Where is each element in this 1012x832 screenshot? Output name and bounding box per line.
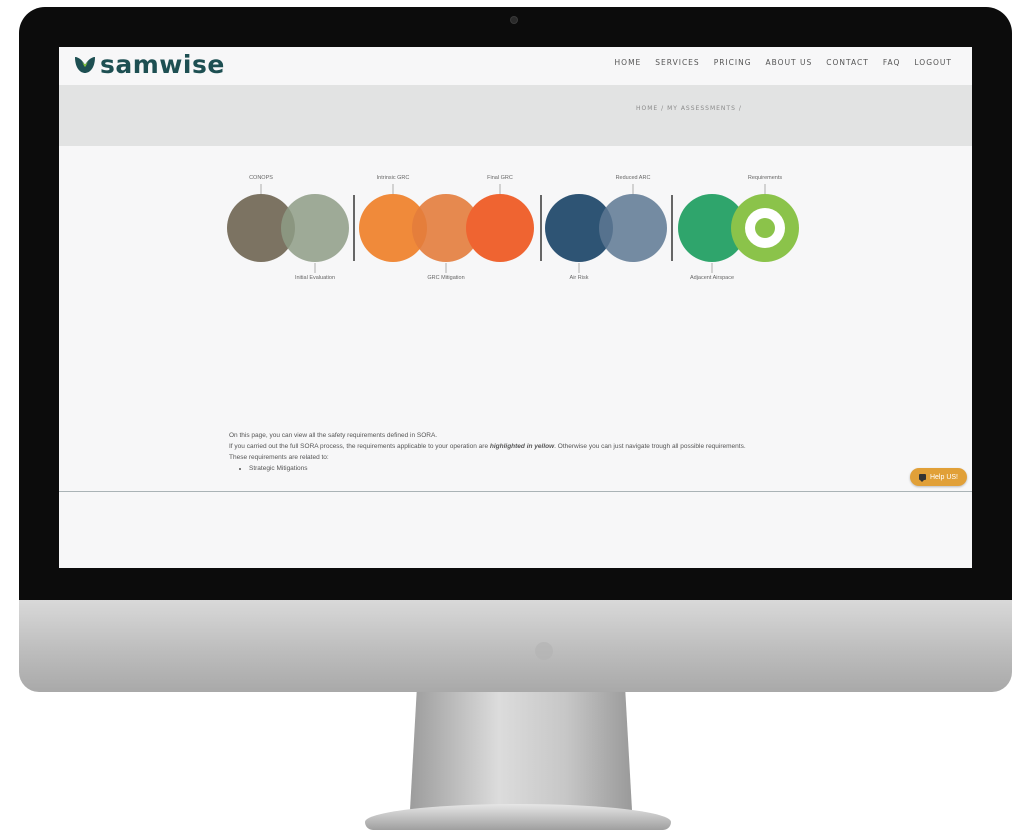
help-us-label: Help US! [929,473,958,481]
highlight-emphasis: highlighted in yellow [489,443,555,450]
intro-line-2-end: . Otherwise you can just navigate trough… [554,443,746,450]
intro-line-2-start: If you carried out the full SORA process… [229,443,490,450]
chat-icon [918,474,926,482]
intro-line-1: On this page, you can view all the safet… [229,432,438,439]
label-intrinsic-grc: Intrinsic GRC [376,175,410,181]
requirements-dot [755,218,775,238]
intro-line-2: If you carried out the full SORA process… [229,441,789,452]
label-grc-mitigation: GRC Mitigation [427,275,465,281]
label-requirements: Requirements [747,175,783,181]
label-reduced-arc: Reduced ARC [615,175,651,181]
list-item: Strategic Mitigations [249,463,789,474]
intro-line-3: These requirements are related to: [229,454,329,461]
apple-logo-icon [535,642,553,660]
label-initial-evaluation: Initial Evaluation [294,275,336,281]
label-air-risk: Air Risk [569,275,589,281]
initial-evaluation-circle[interactable] [281,194,349,262]
intro-text: On this page, you can view all the safet… [229,430,789,474]
browser-screen: samwise HOME SERVICES PRICING ABOUT US C… [59,47,972,568]
reduced-arc-circle[interactable] [599,194,667,262]
monitor-chin [19,600,1012,692]
label-adjacent-airspace: Adjacent Airspace [689,275,735,281]
webcam-icon [511,17,517,23]
help-us-button[interactable]: Help US! [910,468,967,486]
content-divider [59,491,972,492]
label-conops: CONOPS [249,175,273,181]
sora-process-diagram [227,184,799,273]
requirements-categories: Strategic Mitigations [229,463,789,474]
label-final-grc: Final GRC [487,175,513,181]
monitor-stand [410,692,632,810]
final-grc-circle[interactable] [466,194,534,262]
